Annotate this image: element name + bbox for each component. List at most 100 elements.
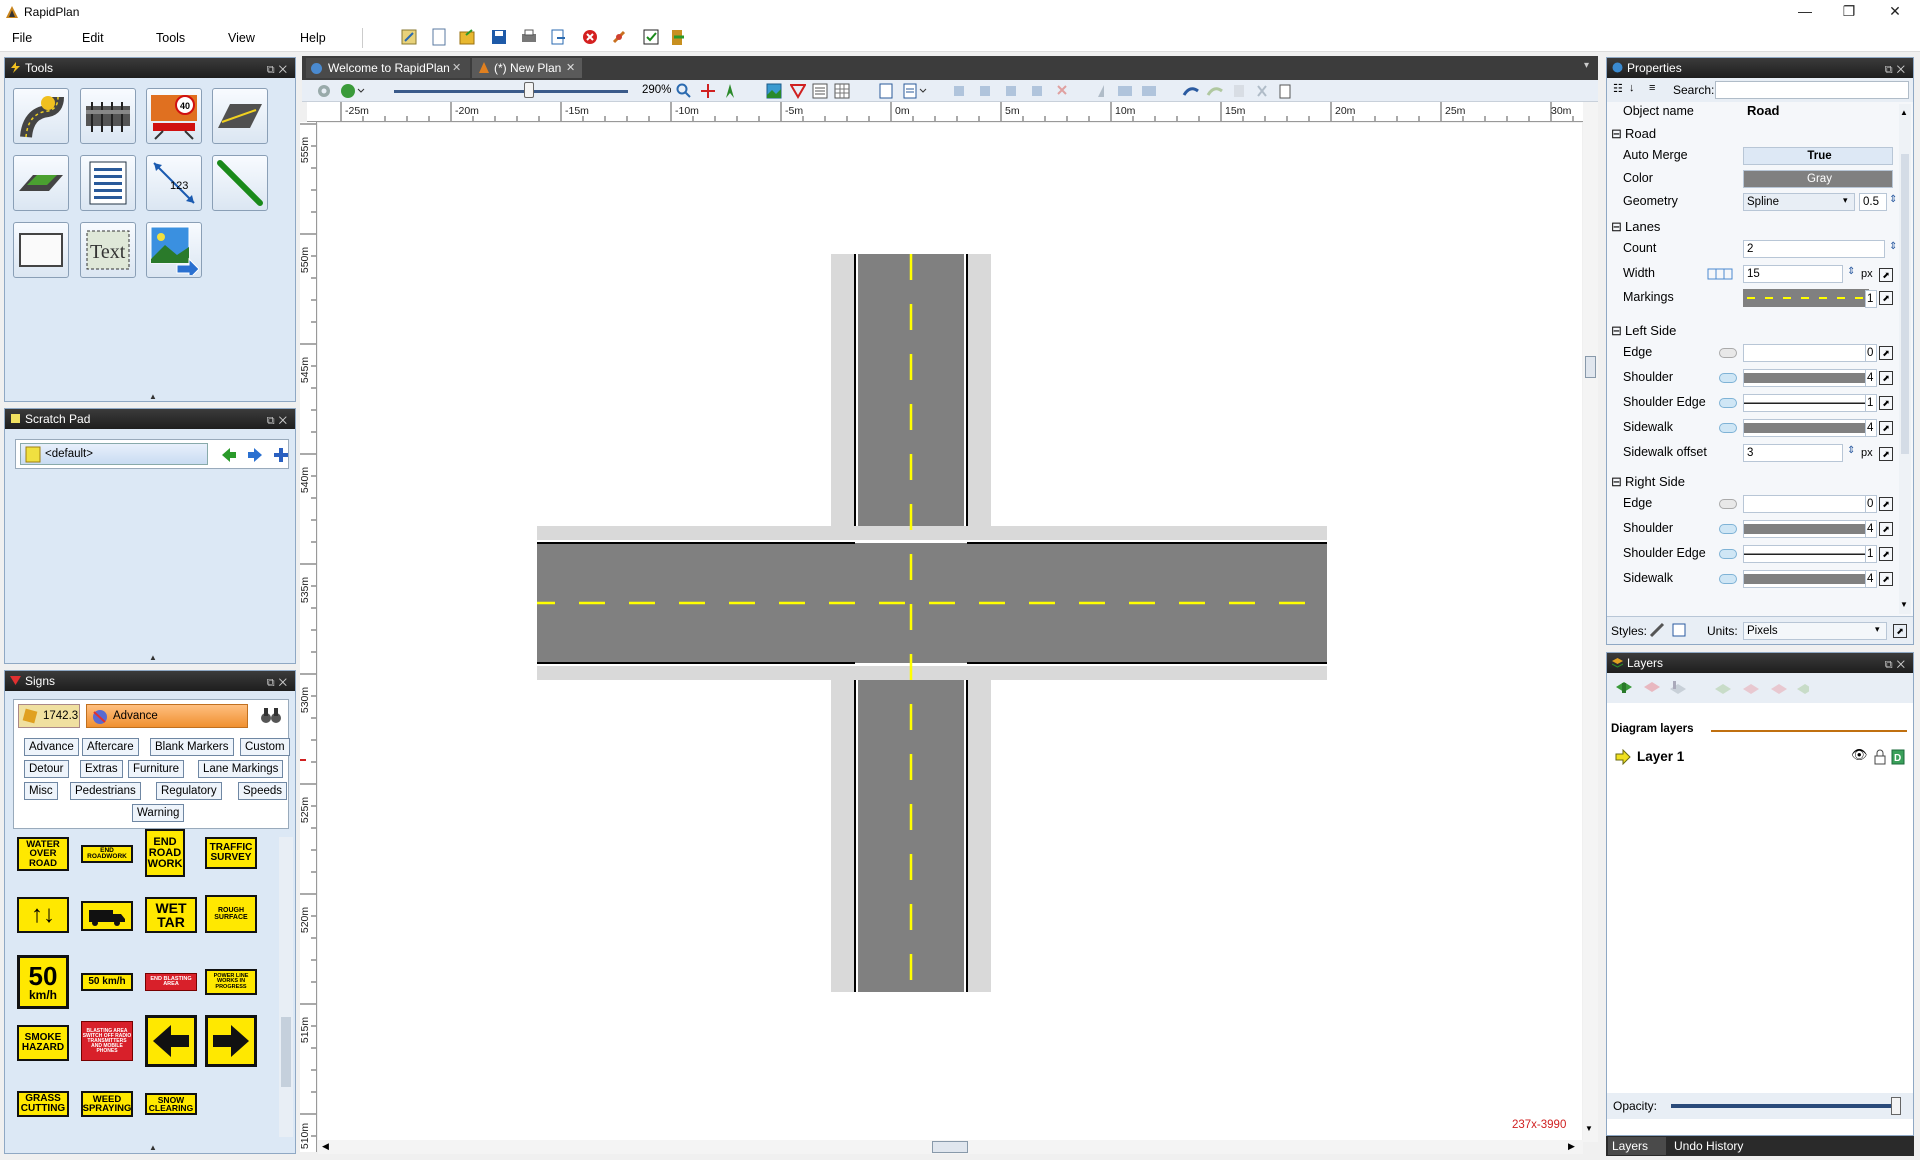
color-value[interactable]: Gray xyxy=(1743,170,1893,188)
left-shoulder-value[interactable]: 4 xyxy=(1865,369,1877,387)
left-shoulder-toggle[interactable] xyxy=(1719,373,1737,383)
visibility-eye-icon[interactable]: 👁 xyxy=(1851,747,1868,763)
style-manage-icon[interactable] xyxy=(1671,622,1687,638)
tab-layers[interactable]: Layers xyxy=(1608,1137,1666,1155)
left-edge-toggle[interactable] xyxy=(1719,348,1737,358)
checklist-icon[interactable] xyxy=(643,29,659,45)
left-sidewalk-value[interactable]: 4 xyxy=(1865,419,1877,437)
sign-grass-cutting[interactable]: GRASS CUTTING xyxy=(17,1091,69,1117)
sign-50-kmh-small[interactable]: 50 km/h xyxy=(81,973,133,991)
alphabetical-sort-icon[interactable]: ↓ xyxy=(1629,82,1635,94)
style-brush-icon[interactable] xyxy=(1649,622,1665,638)
signs-scrollbar[interactable] xyxy=(279,837,293,1137)
sign-arrow-right[interactable] xyxy=(205,1015,257,1067)
road-tool-button[interactable] xyxy=(13,88,69,144)
filter-extras[interactable]: Extras xyxy=(80,760,123,778)
edit-icon[interactable]: ⬈ xyxy=(1879,421,1893,435)
scroll-right-icon[interactable]: ▶ xyxy=(1568,1141,1575,1152)
menu-file[interactable]: File xyxy=(12,31,32,45)
scroll-left-icon[interactable]: ◀ xyxy=(322,1141,329,1152)
list-view-icon[interactable] xyxy=(812,83,828,99)
sign-rough-surface[interactable]: ROUGH SURFACE xyxy=(205,895,257,933)
previous-arrow-icon[interactable] xyxy=(220,446,238,464)
right-shoulder-value[interactable]: 4 xyxy=(1865,520,1877,538)
tab-dropdown-icon[interactable]: ▾ xyxy=(1584,60,1589,71)
tab-new-plan-close-icon[interactable]: ✕ xyxy=(566,58,575,78)
left-sidewalk-preview[interactable] xyxy=(1743,419,1869,437)
signs-scrollbar-thumb[interactable] xyxy=(281,1017,291,1087)
edit-icon[interactable]: ⬈ xyxy=(1879,291,1893,305)
menu-tools[interactable]: Tools xyxy=(156,31,185,45)
sign-power-line-works[interactable]: POWER LINE WORKS IN PROGRESS xyxy=(205,969,257,995)
width-value[interactable]: 15 xyxy=(1743,265,1843,283)
scroll-down-icon[interactable]: ▼ xyxy=(1585,1124,1593,1133)
right-shoulder-edge-preview[interactable] xyxy=(1743,545,1869,563)
sign-code-button[interactable]: 1742.3 xyxy=(18,704,80,728)
right-sidewalk-preview[interactable] xyxy=(1743,570,1869,588)
left-edge-value[interactable]: 0 xyxy=(1865,344,1877,362)
filter-regulatory[interactable]: Regulatory xyxy=(156,782,222,800)
sign-blasting-area[interactable]: BLASTING AREA SWITCH OFF RADIO TRANSMITT… xyxy=(81,1021,133,1061)
tab-new-plan[interactable]: (*) New Plan ✕ xyxy=(472,58,582,78)
measure-tool-button[interactable]: 123 xyxy=(146,155,202,211)
north-arrow-icon[interactable] xyxy=(722,83,738,99)
edit-icon[interactable]: ⬈ xyxy=(1879,396,1893,410)
left-edge-preview[interactable] xyxy=(1743,344,1869,362)
scroll-up-icon[interactable]: ▲ xyxy=(1900,108,1908,117)
categorized-sort-icon[interactable]: ☷ xyxy=(1613,82,1623,95)
right-shoulder-edge-value[interactable]: 1 xyxy=(1865,545,1877,563)
left-shoulder-edge-value[interactable]: 1 xyxy=(1865,394,1877,412)
line-tool-button[interactable] xyxy=(212,155,268,211)
right-edge-value[interactable]: 0 xyxy=(1865,495,1877,513)
filter-icon[interactable] xyxy=(790,83,806,99)
minimize-button[interactable]: — xyxy=(1782,0,1828,24)
right-shoulder-edge-toggle[interactable] xyxy=(1719,549,1737,559)
layer-print-icon[interactable]: D xyxy=(1891,749,1905,765)
image-tool-button[interactable] xyxy=(146,222,202,278)
sign-end-road-work[interactable]: END ROAD WORK xyxy=(145,829,185,877)
left-sidewalk-toggle[interactable] xyxy=(1719,423,1737,433)
auto-merge-value[interactable]: True xyxy=(1743,147,1893,165)
sign-wet-tar[interactable]: WET TAR xyxy=(145,897,197,933)
sign-arrow-left[interactable] xyxy=(145,1015,197,1067)
chevron-down-icon[interactable]: ▾ xyxy=(1875,624,1880,635)
sign-50-kmh-large[interactable]: 50 km/h xyxy=(17,955,69,1009)
canvas-horizontal-scrollbar[interactable]: ◀ ▶ xyxy=(318,1140,1583,1154)
chevron-down-icon[interactable]: ▾ xyxy=(1843,195,1848,206)
sign-snow-clearing[interactable]: SNOW CLEARING xyxy=(145,1093,197,1115)
cancel-icon[interactable] xyxy=(583,30,597,44)
lanes-section-toggle[interactable]: ⊟ xyxy=(1611,219,1622,235)
panel-resize-grip[interactable]: ▲ xyxy=(149,1143,157,1152)
sign-end-blasting-area[interactable]: END BLASTING AREA xyxy=(145,973,197,991)
restore-button[interactable]: ❐ xyxy=(1826,0,1872,24)
panel-float-close-buttons[interactable]: ⧉✕ xyxy=(1885,655,1909,675)
sign-water-over-road[interactable]: WATER OVER ROAD xyxy=(17,837,69,871)
layer-properties-icon[interactable] xyxy=(1669,679,1687,697)
opacity-slider-thumb[interactable] xyxy=(1891,1097,1901,1115)
filter-advance[interactable]: Advance xyxy=(24,738,79,756)
exit-icon[interactable] xyxy=(672,30,684,45)
sidewalk-offset-value[interactable]: 3 xyxy=(1743,444,1843,462)
text-tool-button[interactable]: Text xyxy=(80,222,136,278)
panel-float-close-buttons[interactable]: ⧉✕ xyxy=(267,60,291,80)
panel-resize-grip[interactable]: ▲ xyxy=(149,653,157,662)
edit-icon[interactable]: ⬈ xyxy=(1879,572,1893,586)
layer-name[interactable]: Layer 1 xyxy=(1637,749,1684,764)
sign-category-button[interactable]: Advance xyxy=(86,704,248,728)
filter-blank-markers[interactable]: Blank Markers xyxy=(150,738,234,756)
units-select[interactable]: Pixels xyxy=(1743,622,1887,640)
list-icon[interactable]: ≡ xyxy=(1649,82,1655,94)
new-document-icon[interactable] xyxy=(432,28,446,46)
barrier-tool-button[interactable] xyxy=(80,88,136,144)
open-folder-icon[interactable] xyxy=(459,29,475,45)
edit-icon[interactable]: ⬈ xyxy=(1879,371,1893,385)
opacity-slider-track[interactable] xyxy=(1671,1104,1897,1108)
count-value[interactable]: 2 xyxy=(1743,240,1885,258)
rectangle-tool-button[interactable] xyxy=(13,222,69,278)
right-side-section-toggle[interactable]: ⊟ xyxy=(1611,474,1622,490)
tab-welcome-close-icon[interactable]: ✕ xyxy=(452,58,461,78)
delete-layer-icon[interactable] xyxy=(1643,679,1661,697)
edit-icon[interactable]: ⬈ xyxy=(1879,268,1893,282)
wizard-icon[interactable] xyxy=(401,29,417,45)
filter-custom[interactable]: Custom xyxy=(240,738,290,756)
